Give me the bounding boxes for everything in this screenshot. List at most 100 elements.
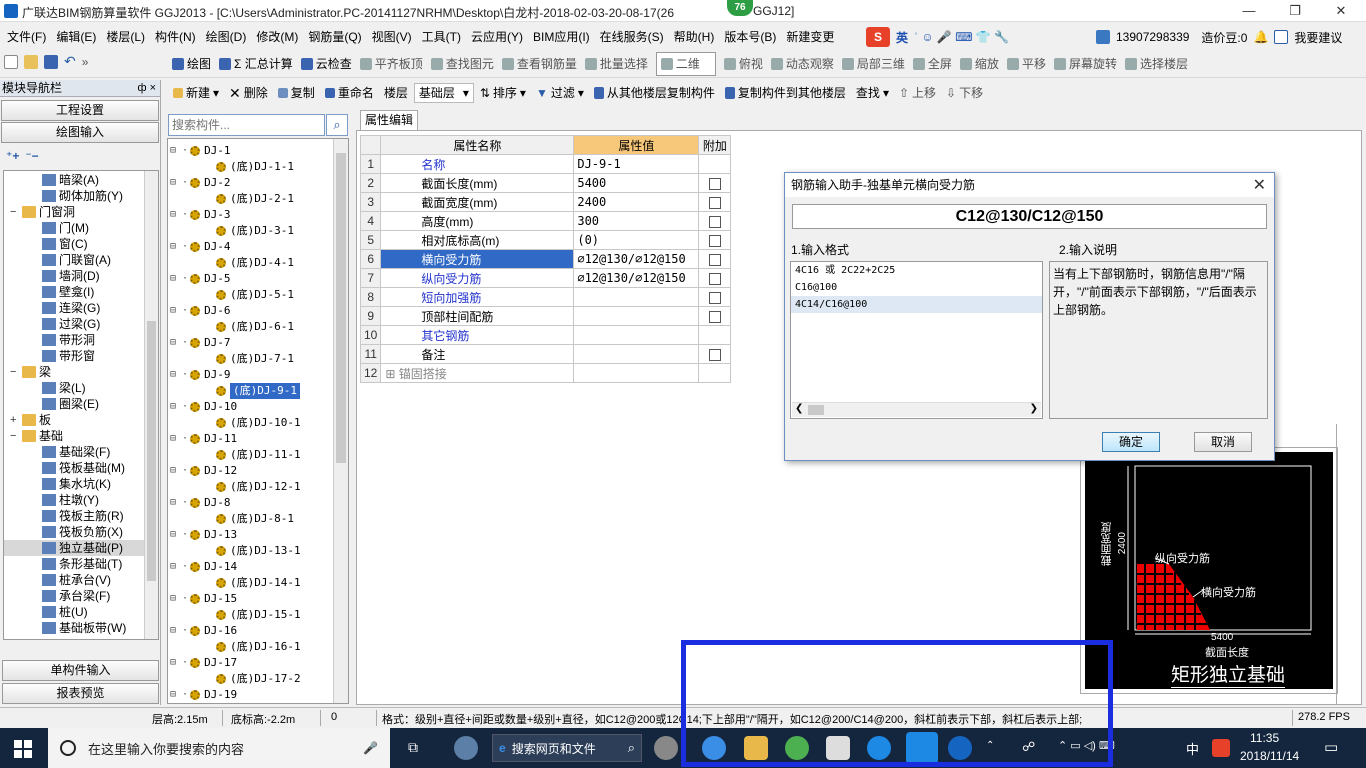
format-list-hscrollbar[interactable]: ❮ ❯	[792, 402, 1041, 417]
nav-tree-item[interactable]: 暗梁(A)	[4, 172, 158, 188]
component-group[interactable]: ⊟ · DJ-5	[168, 271, 348, 287]
tree-collapse-icon[interactable]: ⊟ ·	[170, 431, 188, 447]
property-value[interactable]	[573, 344, 700, 364]
toolbar-top-view-button[interactable]: 俯视	[720, 52, 767, 76]
nav-tree-item[interactable]: 连梁(G)	[4, 300, 158, 316]
single-component-button[interactable]: 单构件输入	[2, 660, 159, 681]
delete-button[interactable]: ✕ 删除	[225, 81, 272, 105]
component-unit[interactable]: (底)DJ-6-1	[168, 319, 348, 335]
menu-item[interactable]: 绘图(D)	[201, 25, 252, 49]
tree-expand-icon[interactable]: +	[10, 412, 22, 428]
component-unit[interactable]: (底)DJ-10-1	[168, 415, 348, 431]
property-row[interactable]: 11 备注	[359, 344, 732, 364]
ime-lang[interactable]: 中	[1186, 739, 1199, 758]
toolbar-select-floor-button[interactable]: 选择楼层	[1121, 52, 1192, 76]
toolbar-draw-button[interactable]: 绘图	[168, 52, 215, 76]
taskbar-search[interactable]: 在这里输入你要搜索的内容 🎤	[48, 728, 390, 768]
tree-collapse-icon[interactable]: ⊟ ·	[170, 463, 188, 479]
component-group[interactable]: ⊟ · DJ-17	[168, 655, 348, 671]
property-value[interactable]	[573, 306, 700, 326]
component-unit[interactable]: (底)DJ-9-1	[168, 383, 348, 399]
find-button[interactable]: 查找 ▾	[852, 81, 893, 105]
nav-tree-item[interactable]: 条形基础(T)	[4, 556, 158, 572]
nav-tree-item[interactable]: 独立基础(P)	[4, 540, 158, 556]
cancel-button[interactable]: 取消	[1194, 432, 1252, 452]
component-search-input[interactable]	[168, 114, 325, 136]
task-view-icon[interactable]: ⧉	[408, 739, 418, 756]
nav-tree-item[interactable]: 筏板基础(M)	[4, 460, 158, 476]
component-list-scrollbar[interactable]	[333, 139, 348, 703]
restore-button[interactable]: ❐	[1272, 0, 1318, 22]
property-row[interactable]: 9 顶部柱间配筋	[359, 306, 732, 326]
clock-time[interactable]: 11:35	[1250, 731, 1279, 745]
copy-from-floor-button[interactable]: 从其他楼层复制构件	[590, 81, 719, 105]
component-group[interactable]: ⊟ · DJ-6	[168, 303, 348, 319]
tree-expand-icon[interactable]: −	[10, 204, 22, 220]
property-row[interactable]: 1 名称 DJ-9-1	[359, 154, 732, 174]
component-group[interactable]: ⊟ · DJ-19	[168, 687, 348, 703]
expand-plus-icon[interactable]: ⊞	[385, 367, 398, 381]
fan-app-icon[interactable]	[454, 736, 478, 760]
move-up-button[interactable]: ⇧ 上移	[895, 81, 940, 105]
tree-collapse-icon[interactable]: ⊟ ·	[170, 591, 188, 607]
nav-tree-item[interactable]: + 板	[4, 412, 158, 428]
open-file-icon[interactable]	[24, 54, 38, 69]
tree-collapse-icon[interactable]: ⊟ ·	[170, 303, 188, 319]
nav-tree-item[interactable]: 柱墩(Y)	[4, 492, 158, 508]
menu-item[interactable]: 在线服务(S)	[595, 25, 669, 49]
component-group[interactable]: ⊟ · DJ-10	[168, 399, 348, 415]
property-row[interactable]: 2 截面长度(mm) 5400	[359, 173, 732, 193]
start-windows-icon[interactable]	[14, 740, 32, 758]
tree-collapse-icon[interactable]: ⊟ ·	[170, 271, 188, 287]
nav-tree-item[interactable]: − 基础	[4, 428, 158, 444]
component-group[interactable]: ⊟ · DJ-15	[168, 591, 348, 607]
property-value[interactable]: ⌀12@130/⌀12@150	[573, 249, 700, 269]
extra-checkbox[interactable]	[708, 272, 721, 285]
menu-item[interactable]: 云应用(Y)	[466, 25, 528, 49]
nav-tree-item[interactable]: 门联窗(A)	[4, 252, 158, 268]
component-unit[interactable]: (底)DJ-11-1	[168, 447, 348, 463]
tree-collapse-icon[interactable]: ⊟ ·	[170, 623, 188, 639]
save-icon[interactable]	[44, 54, 58, 69]
property-row[interactable]: 5 相对底标高(m) (0)	[359, 230, 732, 250]
search-icon[interactable]: ⌕	[326, 114, 348, 136]
component-group[interactable]: ⊟ · DJ-4	[168, 239, 348, 255]
extra-checkbox[interactable]	[708, 348, 721, 361]
nav-tree-item[interactable]: 门(M)	[4, 220, 158, 236]
nav-tree-item[interactable]: 墙洞(D)	[4, 268, 158, 284]
nav-tree-item[interactable]: 基础梁(F)	[4, 444, 158, 460]
toolbar-sum-calc-button[interactable]: Σ 汇总计算	[215, 52, 297, 76]
property-row[interactable]: 7 纵向受力筋 ⌀12@130/⌀12@150	[359, 268, 732, 288]
user-phone[interactable]: 13907298339	[1116, 30, 1189, 44]
tree-collapse-icon[interactable]: ⊟ ·	[170, 399, 188, 415]
property-value[interactable]: (0)	[573, 230, 700, 250]
component-unit[interactable]: (底)DJ-5-1	[168, 287, 348, 303]
toolbar-find-element-button[interactable]: 查找图元	[427, 52, 498, 76]
web-search-box[interactable]: e 搜索网页和文件 ⌕	[492, 734, 642, 762]
nav-tree-item[interactable]: 集水坑(K)	[4, 476, 158, 492]
property-row[interactable]: 12 ⊞ 锚固搭接	[359, 363, 732, 383]
tree-collapse-icon[interactable]: ⊟ ·	[170, 559, 188, 575]
menu-item[interactable]: 版本号(B)	[719, 25, 781, 49]
nav-tree-item[interactable]: 带形窗	[4, 348, 158, 364]
nav-tree-item[interactable]: 筏板负筋(X)	[4, 524, 158, 540]
tree-expand-icon[interactable]: −	[10, 428, 22, 444]
undo-icon[interactable]: ↶	[64, 53, 76, 70]
new-file-icon[interactable]	[4, 54, 18, 69]
toolbar-pan-button[interactable]: 平移	[1003, 52, 1050, 76]
minimize-button[interactable]: —	[1226, 0, 1272, 22]
clock-date[interactable]: 2018/11/14	[1240, 749, 1299, 763]
tab-property-edit[interactable]: 属性编辑	[360, 110, 418, 130]
nav-tree-item[interactable]: 圈梁(E)	[4, 396, 158, 412]
toolbar-local-3d-button[interactable]: 局部三维	[838, 52, 909, 76]
rename-button[interactable]: 重命名	[321, 81, 378, 105]
menu-item[interactable]: BIM应用(I)	[528, 25, 595, 49]
property-value[interactable]	[573, 363, 700, 383]
toolbar-dynamic-view-button[interactable]: 动态观察	[767, 52, 838, 76]
extra-checkbox[interactable]	[708, 291, 721, 304]
component-group[interactable]: ⊟ · DJ-16	[168, 623, 348, 639]
toolbar-2d-select-button[interactable]: 二维	[655, 52, 716, 76]
collapse-all-icon[interactable]: ⁻−	[25, 149, 38, 163]
menu-item[interactable]: 钢筋量(Q)	[303, 25, 366, 49]
component-group[interactable]: ⊟ · DJ-7	[168, 335, 348, 351]
